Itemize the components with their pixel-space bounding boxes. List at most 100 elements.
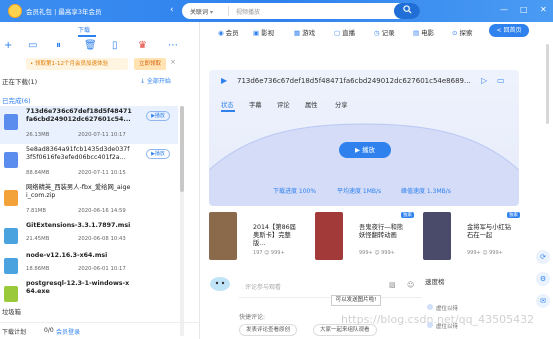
tab-video[interactable]: ▣ 影视 [253,27,274,37]
back-arrow-icon[interactable]: ‹ [170,5,174,15]
list-item[interactable]: 5e8ad8364a91fcb1435d3de037f3f5f0616fe3ef… [0,144,178,182]
tab-history[interactable]: ◷ 记录 [374,27,395,37]
tab-download[interactable]: 下载 [78,25,90,34]
scrollbar-thumb[interactable] [180,106,184,192]
tab-share[interactable]: 分享 [335,100,348,109]
msi-file-icon [4,258,18,274]
play-button[interactable]: ▶播放 [146,111,170,121]
minimize-button[interactable]: — [500,5,508,14]
vip-icon: ◉ [218,29,224,37]
promo-banner[interactable]: • 领取第1-12个月会员加速体验 [26,58,128,70]
rank-item: 虚位以待 [436,306,459,312]
poster-meta: 999+ ☺ 999+ [467,250,503,256]
tab-explore[interactable]: ⊙ 探索 [452,27,472,37]
file-name: 网络精英_西装男人-fbx_爱给网_aigei_com.zip [26,184,131,199]
feedback-icon[interactable]: ✉ [536,294,550,308]
poster-image[interactable] [209,212,237,260]
more-icon[interactable]: ⋯ [168,40,178,51]
emoji-icon[interactable]: ☺ [407,281,414,289]
poster-title[interactable]: 2014【第86届奥斯卡】完整版... [253,224,301,248]
file-name: 713d6e736c67def18d5f48471fa6cbd249012dc6… [26,108,132,123]
watermark-text: https://blog.csdn.net/qq_43505432 [341,313,535,326]
poster-image[interactable] [315,212,343,260]
tab-live[interactable]: ▢ 直播 [334,27,355,37]
add-icon[interactable]: + [4,40,12,51]
peak-speed-stat: 峰值速度 1.3MB/s [401,188,451,195]
history-icon: ◷ [374,29,380,37]
poster-title[interactable]: 金将军与小红钻石在一起 [467,224,515,240]
right-scrollbar[interactable] [546,44,549,124]
tab-comments[interactable]: 评论 [277,100,290,109]
refresh-icon[interactable]: ⟳ [536,250,550,264]
completed-header[interactable]: 已完成(6) [2,95,31,105]
file-size: 21.45MB [26,236,50,242]
msi-file-icon [4,228,18,244]
game-icon: ▦ [294,29,301,37]
player-tabs: 状态 字幕 评论 属性 分享 [221,100,519,112]
play-small-icon[interactable]: ▶ [221,76,227,85]
tab-subtitle[interactable]: 字幕 [249,100,262,109]
file-name: postgresql-12.3-1-windows-x64.exe [26,280,130,295]
file-date: 2020-06-16 14:59 [78,208,126,214]
comment-placeholder: 评论参与观看 [245,284,282,291]
search-input[interactable]: 视频播放 [236,7,260,16]
movie-icon: ▤ [413,29,420,37]
list-item[interactable]: postgresql-12.3-1-windows-x64.exe [0,278,178,316]
pause-icon[interactable]: ⏸ [56,40,61,51]
vip-logo-icon[interactable] [8,4,22,18]
search-box[interactable]: 关联词 视频播放 [182,3,420,19]
file-size: 18.86MB [26,266,50,272]
image-icon[interactable]: ▨ [389,281,396,289]
search-icon [402,5,412,14]
play-button[interactable]: ▶播放 [146,149,170,159]
quick-comment-button[interactable]: 发表评论查看原创 [239,324,298,336]
maximize-button[interactable]: □ [520,5,528,14]
file-name: 5e8ad8364a91fcb1435d3de037f3f5f0616fe3ef… [26,146,130,161]
tab-game[interactable]: ▦ 游戏 [294,27,315,37]
status-bar: 下载计划 0/0 会员登录 [0,322,200,339]
avg-speed-stat: 平均速度 1MB/s [337,188,382,195]
folder-open-icon[interactable]: ▭ [497,76,505,85]
vip-gift-icon[interactable]: ♛ [138,40,147,51]
downloading-header[interactable]: 正在下载(1) [2,76,37,86]
file-date: 2020-07-11 10:17 [78,132,126,138]
tab-movie[interactable]: ▤ 电影 [413,27,434,37]
trash-link[interactable]: 垃圾箱 [2,307,21,316]
play-icon[interactable]: ▷ [481,76,487,85]
download-stats: 下载进度 100% 平均速度 1MB/s 峰值速度 1.3MB/s [209,186,519,198]
poster-image[interactable] [423,212,451,260]
back-home-button[interactable]: < 回首页 [489,24,529,37]
video-player: ▶ 713d6e736c67def18d5f48471fa6cbd249012d… [209,70,519,206]
file-date: 2020-07-11 10:15 [78,170,126,176]
settings-icon[interactable]: ⚙ [536,272,550,286]
play-button[interactable]: ▶ 播放 [339,142,391,158]
tab-underline [78,35,96,37]
exclusive-badge: 独家 [507,212,520,218]
list-item[interactable]: 713d6e736c67def18d5f48471fa6cbd249012dc6… [0,106,178,144]
vip-promo-text[interactable]: 会员礼包 | 最高享3年会员 [26,6,101,16]
video-icon: ▣ [253,29,260,37]
phone-icon[interactable]: ▯ [112,40,118,51]
tab-underline [221,110,235,112]
list-item[interactable]: 网络精英_西装男人-fbx_爱给网_aigei_com.zip 7.81MB 2… [0,182,178,220]
poster-title[interactable]: 吾鬼夜行—和熊妖怪翻转动画 [359,224,407,240]
close-icon[interactable]: × [170,58,176,66]
file-date: 2020-06-01 10:17 [78,266,126,272]
vip-login-link[interactable]: 会员登录 [56,327,80,336]
tab-status[interactable]: 状态 [221,100,234,109]
download-plan-link[interactable]: 下载计划 [2,327,26,336]
rank-avatar-icon [427,304,433,310]
file-name: GitExtensions-3.3.1.7897.msi [26,222,131,229]
tooltip: 可以发送图片啦! [331,295,381,306]
tab-properties[interactable]: 属性 [305,100,318,109]
close-button[interactable]: ✕ [540,5,547,14]
search-button[interactable] [394,3,420,19]
delete-icon[interactable]: 🗑 [84,40,97,51]
avatar [210,277,230,291]
tab-vip[interactable]: ◉ 会员 [218,27,239,37]
search-category-select[interactable]: 关联词 [190,7,213,16]
start-all-button[interactable]: ↓ 全部开始 [140,76,171,85]
promo-claim-button[interactable]: 立即领取 [134,58,166,70]
folder-icon[interactable]: ▭ [28,40,37,51]
title-bar: 会员礼包 | 最高享3年会员 ‹ 关联词 视频播放 — □ ✕ [0,0,553,22]
